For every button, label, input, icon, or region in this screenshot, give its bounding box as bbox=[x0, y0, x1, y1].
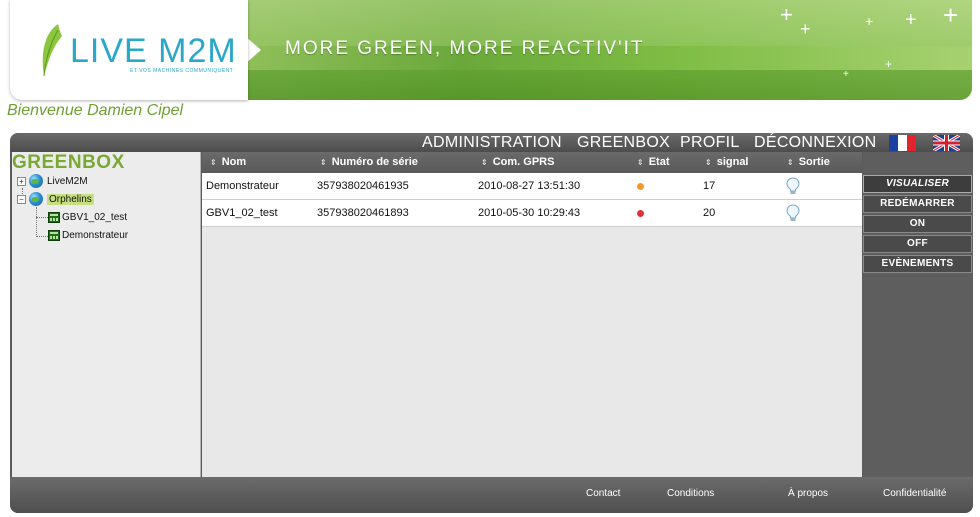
column-header-gprs[interactable]: ⇕ Com. GPRS bbox=[481, 152, 554, 173]
header-banner: LIVE M2M ET VOS MACHINES COMMUNIQUENT MO… bbox=[10, 0, 972, 100]
tree-connector bbox=[36, 217, 48, 218]
sort-icon: ⇕ bbox=[705, 158, 712, 167]
table-header: ⇕ Nom ⇕ Numéro de série ⇕ Com. GPRS ⇕ Etat ⇕… bbox=[202, 152, 862, 173]
tree-node-label: Orphelins bbox=[47, 193, 94, 205]
expand-icon[interactable]: + bbox=[17, 176, 26, 186]
welcome-message: Bienvenue Damien Cipel bbox=[7, 102, 184, 119]
evenements-button[interactable]: EVÈNEMENTS bbox=[863, 255, 972, 273]
logo[interactable]: LIVE M2M ET VOS MACHINES COMMUNIQUENT bbox=[10, 0, 248, 100]
cell-nom: GBV1_02_test bbox=[206, 207, 278, 219]
off-button[interactable]: OFF bbox=[863, 235, 972, 253]
sort-icon: ⇕ bbox=[787, 158, 794, 167]
cell-serie: 357938020461893 bbox=[317, 207, 409, 219]
cell-signal: 17 bbox=[703, 180, 716, 192]
nav-profil[interactable]: PROFIL bbox=[680, 133, 740, 152]
logo-tagline: ET VOS MACHINES COMMUNIQUENT bbox=[130, 68, 234, 74]
cell-gprs: 2010-08-27 13:51:30 bbox=[478, 180, 581, 192]
tree-connector bbox=[36, 207, 37, 237]
tree-node-label: GBV1_02_test bbox=[62, 211, 128, 223]
sparkle-icon: + bbox=[780, 2, 793, 27]
sparkle-icon: + bbox=[843, 69, 849, 80]
tree-node-livem2m[interactable]: + LiveM2M bbox=[17, 173, 88, 189]
leaf-icon bbox=[42, 24, 62, 77]
sparkle-icon: + bbox=[865, 13, 874, 29]
uk-flag-icon[interactable] bbox=[933, 135, 960, 151]
column-header-sortie[interactable]: ⇕ Sortie bbox=[787, 152, 830, 173]
visualiser-button[interactable]: VISUALISER bbox=[863, 175, 972, 193]
device-icon bbox=[48, 211, 60, 223]
cell-signal: 20 bbox=[703, 207, 716, 219]
bulb-icon[interactable] bbox=[786, 177, 800, 195]
bulb-icon[interactable] bbox=[786, 204, 800, 222]
sidebar-tree: GREENBOX + LiveM2M − Orphelins GBV1_02_t… bbox=[12, 152, 201, 477]
column-header-serie[interactable]: ⇕ Numéro de série bbox=[320, 152, 418, 173]
table-row[interactable]: GBV1_02_test 357938020461893 2010-05-30 … bbox=[202, 200, 862, 227]
footer: Contact Conditions À propos Confidential… bbox=[10, 477, 973, 513]
sidebar-title: GREENBOX bbox=[12, 152, 125, 173]
footer-link-conditions[interactable]: Conditions bbox=[667, 477, 714, 510]
sparkle-icon: + bbox=[800, 19, 811, 39]
sort-icon: ⇕ bbox=[210, 158, 217, 167]
app-frame: ADMINISTRATION GREENBOX PROFIL DÉCONNEXI… bbox=[10, 133, 973, 513]
tree-connector bbox=[36, 236, 48, 237]
sparkle-icon: + bbox=[943, 0, 959, 30]
cell-nom: Demonstrateur bbox=[206, 180, 279, 192]
sort-icon: ⇕ bbox=[481, 158, 488, 167]
footer-link-contact[interactable]: Contact bbox=[586, 477, 620, 510]
table-row[interactable]: Demonstrateur 357938020461935 2010-08-27… bbox=[202, 173, 862, 200]
sort-icon: ⇕ bbox=[320, 158, 327, 167]
status-dot-icon bbox=[637, 210, 644, 217]
tree-node-demonstrateur[interactable]: Demonstrateur bbox=[48, 227, 128, 243]
banner: MORE GREEN, MORE REACTIV'IT + + + + + + … bbox=[245, 0, 972, 100]
status-dot-icon bbox=[637, 183, 644, 190]
globe-icon bbox=[29, 192, 43, 206]
sparkle-icon: + bbox=[905, 9, 917, 31]
nav-greenbox[interactable]: GREENBOX bbox=[577, 133, 670, 152]
footer-link-confidentialite[interactable]: Confidentialité bbox=[883, 477, 946, 510]
tree-node-gbv1-02-test[interactable]: GBV1_02_test bbox=[48, 209, 127, 225]
tree-node-label: Demonstrateur bbox=[62, 229, 129, 241]
top-navigation: ADMINISTRATION GREENBOX PROFIL DÉCONNEXI… bbox=[10, 133, 973, 152]
action-panel: VISUALISER REDÉMARRER ON OFF EVÈNEMENTS bbox=[863, 152, 973, 477]
cell-gprs: 2010-05-30 10:29:43 bbox=[478, 207, 581, 219]
tree-node-label: LiveM2M bbox=[47, 175, 88, 187]
logo-text: LIVE M2M bbox=[70, 32, 237, 70]
column-header-etat[interactable]: ⇕ Etat bbox=[637, 152, 669, 173]
sparkle-icon: + bbox=[885, 57, 893, 71]
footer-link-a-propos[interactable]: À propos bbox=[788, 477, 828, 510]
on-button[interactable]: ON bbox=[863, 215, 972, 233]
collapse-icon[interactable]: − bbox=[17, 194, 26, 204]
fr-flag-icon[interactable] bbox=[889, 135, 916, 151]
nav-deconnexion[interactable]: DÉCONNEXION bbox=[754, 133, 876, 152]
device-icon bbox=[48, 229, 60, 241]
globe-icon bbox=[29, 174, 43, 188]
redemarrer-button[interactable]: REDÉMARRER bbox=[863, 195, 972, 213]
column-header-signal[interactable]: ⇕ signal bbox=[705, 152, 749, 173]
sort-icon: ⇕ bbox=[637, 158, 644, 167]
nav-administration[interactable]: ADMINISTRATION bbox=[422, 133, 562, 152]
banner-slogan: MORE GREEN, MORE REACTIV'IT bbox=[285, 38, 645, 59]
banner-shadow bbox=[245, 70, 972, 100]
column-header-nom[interactable]: ⇕ Nom bbox=[210, 152, 246, 173]
tree-node-orphelins[interactable]: − Orphelins bbox=[17, 191, 94, 207]
cell-serie: 357938020461935 bbox=[317, 180, 409, 192]
device-table: ⇕ Nom ⇕ Numéro de série ⇕ Com. GPRS ⇕ Etat ⇕… bbox=[202, 152, 862, 477]
